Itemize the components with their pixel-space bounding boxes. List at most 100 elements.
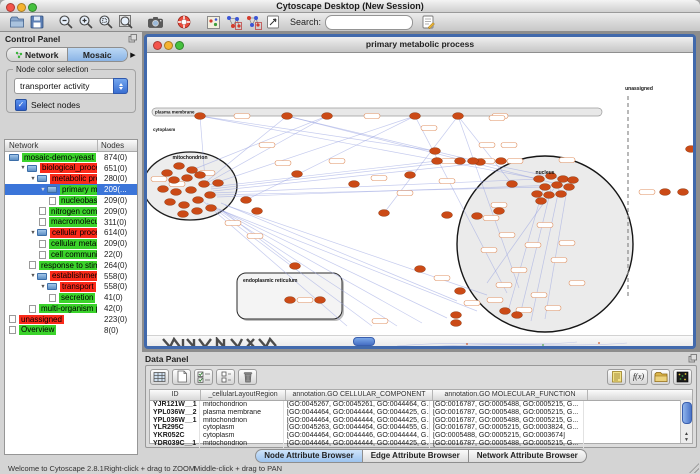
network-node[interactable] (430, 148, 441, 155)
layout-tool-b-button[interactable] (244, 14, 262, 31)
network-node[interactable] (213, 180, 224, 187)
tab-overflow-arrow[interactable]: ▶ (128, 51, 138, 59)
tree-node-label[interactable]: cellular process (50, 228, 97, 238)
zoom-selected-region-button[interactable] (97, 14, 115, 31)
network-node[interactable] (165, 199, 176, 206)
network-node[interactable] (349, 181, 360, 188)
network-node[interactable] (451, 312, 462, 319)
layout-tool-a-button[interactable] (224, 14, 242, 31)
network-node[interactable] (171, 189, 182, 196)
tree-node-label[interactable]: response to stimulu (39, 261, 97, 271)
network-node[interactable] (453, 113, 464, 120)
table-row[interactable]: YJR121W__1mitochondrion[GO:0045267, GO:0… (150, 401, 692, 409)
delete-attribute-button[interactable] (238, 369, 257, 385)
network-node[interactable] (290, 263, 301, 270)
tree-node-label[interactable]: metabolic process (50, 174, 97, 184)
node-color-combo[interactable]: transporter activity (14, 78, 128, 94)
tree-header-nodes[interactable]: Nodes (98, 140, 137, 151)
tab-mosaic[interactable]: Mosaic (67, 48, 128, 61)
tree-node-label[interactable]: Overview (19, 325, 56, 335)
tree-node-label[interactable]: primary metabo (60, 185, 97, 195)
tree-node-label[interactable]: nitrogen compo (49, 207, 97, 217)
table-row[interactable]: YPL036W__2plasma membrane[GO:0044464, GO… (150, 409, 692, 417)
tree-node-label[interactable]: nucleobase- (59, 196, 97, 206)
network-node[interactable] (292, 171, 303, 178)
network-node[interactable] (193, 197, 204, 204)
network-node[interactable] (315, 297, 326, 304)
network-node[interactable] (494, 208, 505, 215)
network-node[interactable] (536, 198, 547, 205)
tree-node-label[interactable]: biological_process (40, 163, 97, 173)
table-row[interactable]: YKR052Ccytoplasm[GO:0044464, GO:0044446,… (150, 432, 692, 440)
annotation-button[interactable] (264, 14, 282, 31)
attribute-notes-button[interactable] (607, 369, 626, 385)
combo-stepper-icon[interactable] (113, 78, 128, 94)
matrix-view-button[interactable] (673, 369, 692, 385)
table-row[interactable]: YLR295Ccytoplasm[GO:0045263, GO:0044464,… (150, 424, 692, 432)
save-session-button[interactable] (28, 14, 46, 31)
tree-node-label[interactable]: secretion (59, 293, 95, 303)
horizontal-scrollbar-thumb[interactable] (353, 337, 375, 346)
network-node[interactable] (552, 182, 563, 189)
tree-row[interactable]: ▼biological_process651(0) (5, 163, 137, 174)
network-node[interactable] (186, 187, 197, 194)
expand-arrow-icon[interactable]: ▼ (39, 187, 47, 193)
network-node[interactable] (678, 189, 689, 196)
tab-node-attribute-browser[interactable]: Node Attribute Browser (255, 449, 363, 463)
unselect-attributes-button[interactable] (216, 369, 235, 385)
table-row[interactable]: YPL036W__1mitochondrion[GO:0044464, GO:0… (150, 417, 692, 425)
network-node[interactable] (415, 266, 426, 273)
tree-row[interactable]: ▼establishment of lo558(0) (5, 271, 137, 282)
tree-node-label[interactable]: mosaic-demo-yeast (22, 153, 96, 163)
expand-arrow-icon[interactable]: ▼ (29, 230, 37, 236)
table-vertical-scrollbar[interactable]: ▲▼ (680, 400, 692, 443)
network-node[interactable] (500, 308, 511, 315)
network-node[interactable] (432, 158, 443, 165)
network-node[interactable] (187, 167, 198, 174)
tree-row[interactable]: ▼metabolic process280(0) (5, 174, 137, 185)
tree-node-label[interactable]: establishment of lo (50, 271, 97, 281)
network-node[interactable] (544, 192, 555, 199)
expand-arrow-icon[interactable]: ▼ (39, 284, 47, 290)
search-text-field[interactable] (326, 16, 413, 29)
tree-row[interactable]: ▼transport558(0) (5, 282, 137, 293)
tree-header-network[interactable]: Network (5, 140, 98, 151)
expand-arrow-icon[interactable]: ▼ (29, 273, 37, 279)
zoom-fit-content-button[interactable] (117, 14, 135, 31)
search-input[interactable]: ▼ (325, 15, 413, 30)
attribute-formula-button[interactable]: f(x) (629, 369, 648, 385)
network-node[interactable] (206, 205, 217, 212)
network-node[interactable] (195, 113, 206, 120)
help-button[interactable] (175, 14, 193, 31)
network-node[interactable] (455, 288, 466, 295)
column-header-cellular-component[interactable]: annotation.GO CELLULAR_COMPONENT (286, 390, 433, 400)
tab-edge-attribute-browser[interactable]: Edge Attribute Browser (363, 449, 469, 463)
zoom-in-button[interactable] (77, 14, 95, 31)
select-nodes-checkbox[interactable]: ✓ (15, 99, 27, 111)
network-node[interactable] (568, 177, 579, 184)
snapshot-button[interactable] (146, 14, 164, 31)
resize-grip[interactable] (689, 463, 699, 473)
tree-node-label[interactable]: unassigned (19, 315, 64, 325)
network-node[interactable] (472, 213, 483, 220)
network-node[interactable] (442, 212, 453, 219)
network-node[interactable] (556, 191, 567, 198)
tree-row[interactable]: ▼primary metabo209(... (5, 184, 137, 195)
network-node[interactable] (660, 189, 671, 196)
tree-row[interactable]: unassigned223(0) (5, 314, 137, 325)
tree-node-label[interactable]: multi-organism pro (39, 304, 97, 314)
network-node[interactable] (252, 208, 263, 215)
vizmapper-button[interactable] (204, 14, 222, 31)
network-node[interactable] (158, 186, 169, 193)
open-session-button[interactable] (8, 14, 26, 31)
network-node[interactable] (285, 297, 296, 304)
tree-row[interactable]: cell communicat22(0) (5, 249, 137, 260)
network-node[interactable] (205, 192, 216, 199)
column-header-molecular-function[interactable]: annotation.GO MOLECULAR_FUNCTION (433, 390, 588, 400)
tree-row[interactable]: Overview8(0) (5, 325, 137, 336)
zoom-out-button[interactable] (57, 14, 75, 31)
float-panel-icon[interactable] (128, 34, 137, 43)
network-node[interactable] (558, 176, 569, 183)
table-row[interactable]: YDR039C__1mitochondrion[GO:0044464, GO:0… (150, 440, 692, 448)
network-node[interactable] (468, 158, 479, 165)
